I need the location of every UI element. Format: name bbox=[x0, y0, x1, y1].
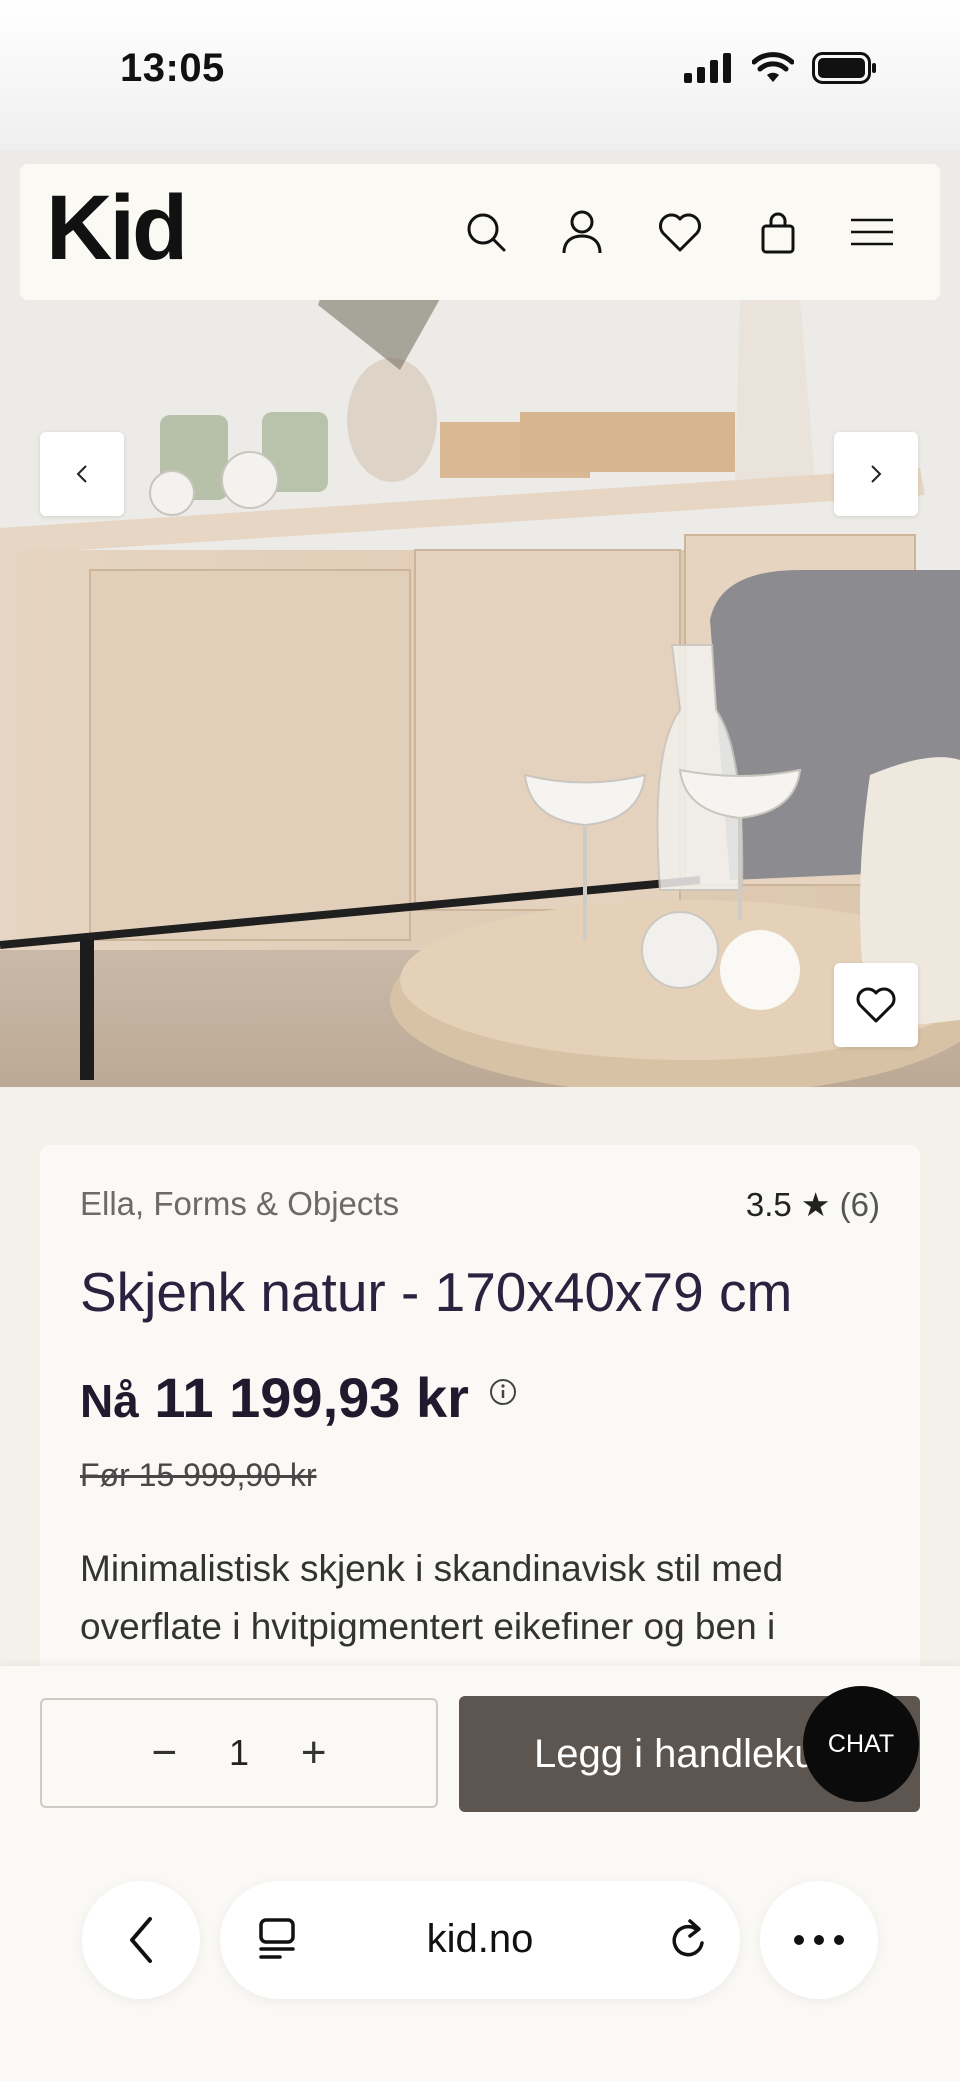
more-icon bbox=[794, 1935, 844, 1945]
product-title: Skjenk natur - 170x40x79 cm bbox=[80, 1261, 793, 1323]
site-header: Kid bbox=[20, 164, 940, 300]
browser-url: kid.no bbox=[426, 1917, 534, 1961]
rating-value: 3.5 bbox=[745, 1186, 792, 1223]
status-time: 13:05 bbox=[120, 46, 225, 90]
gallery-prev-button[interactable] bbox=[40, 432, 124, 516]
chat-button[interactable]: CHAT bbox=[803, 1686, 919, 1802]
status-icons bbox=[684, 52, 878, 84]
add-to-cart-bar: − 1 + Legg i handlekurv CHAT kid.no bbox=[0, 1666, 960, 2081]
product-rating[interactable]: 3.5 ★ (6) bbox=[746, 1185, 880, 1224]
wifi-icon bbox=[752, 52, 794, 82]
browser-more-button[interactable] bbox=[760, 1881, 878, 1999]
quantity-increase-button[interactable]: + bbox=[294, 1728, 334, 1778]
price-prefix: Nå bbox=[80, 1375, 139, 1427]
product-section: Ella, Forms & Objects 3.5 ★ (6) Skjenk n… bbox=[0, 1087, 960, 1705]
reload-icon[interactable] bbox=[668, 1917, 710, 1966]
status-bar: 13:05 bbox=[0, 0, 960, 150]
heart-icon bbox=[856, 987, 896, 1023]
quantity-stepper: − 1 + bbox=[40, 1698, 438, 1808]
price-value: 11 199,93 kr bbox=[154, 1366, 469, 1429]
menu-icon[interactable] bbox=[846, 206, 898, 258]
battery-icon bbox=[812, 52, 876, 84]
favorite-button[interactable] bbox=[834, 963, 918, 1047]
account-icon[interactable] bbox=[556, 206, 608, 258]
product-card: Ella, Forms & Objects 3.5 ★ (6) Skjenk n… bbox=[40, 1145, 920, 1705]
old-price: Før 15 999,90 kr bbox=[80, 1457, 317, 1493]
wishlist-heart-icon[interactable] bbox=[654, 206, 706, 258]
browser-address-bar[interactable]: kid.no bbox=[220, 1881, 740, 1999]
browser-back-button[interactable] bbox=[82, 1881, 200, 1999]
chevron-left-icon bbox=[130, 1917, 152, 1963]
product-description: Minimalistisk skjenk i skandinavisk stil… bbox=[80, 1548, 784, 1647]
star-icon: ★ bbox=[800, 1186, 831, 1223]
quantity-value: 1 bbox=[228, 1732, 250, 1773]
search-icon[interactable] bbox=[460, 206, 512, 258]
chevron-left-icon bbox=[76, 465, 87, 483]
signal-icon bbox=[684, 53, 731, 83]
product-price: Nå 11 199,93 kr bbox=[80, 1365, 469, 1430]
site-logo[interactable]: Kid bbox=[46, 182, 188, 274]
chevron-right-icon bbox=[871, 465, 882, 483]
gallery-next-button[interactable] bbox=[834, 432, 918, 516]
quantity-decrease-button[interactable]: − bbox=[144, 1728, 184, 1778]
bag-icon[interactable] bbox=[752, 206, 804, 258]
product-brand[interactable]: Ella, Forms & Objects bbox=[80, 1185, 399, 1223]
info-icon[interactable] bbox=[488, 1377, 518, 1412]
review-count: (6) bbox=[839, 1186, 880, 1223]
